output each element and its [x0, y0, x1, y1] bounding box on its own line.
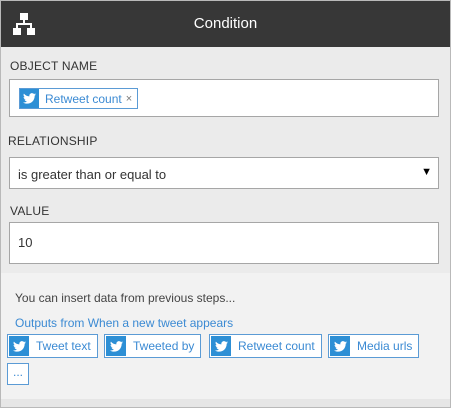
card-title: Condition	[193, 15, 258, 32]
title-bar: Condition	[1, 1, 450, 47]
twitter-bird-icon	[330, 336, 350, 356]
output-token-label: Retweet count	[238, 339, 315, 353]
insert-hint-text: You can insert data from previous steps.…	[15, 291, 236, 305]
object-name-label: OBJECT NAME	[10, 59, 98, 73]
relationship-label: RELATIONSHIP	[8, 134, 98, 148]
condition-card: Condition OBJECT NAME Retweet count × RE…	[0, 0, 451, 408]
outputs-link[interactable]: Outputs from When a new tweet appears	[15, 316, 233, 330]
output-token-media-urls[interactable]: Media urls	[328, 334, 420, 358]
object-name-token-label: Retweet count	[45, 91, 122, 106]
output-token-tweeted-by[interactable]: Tweeted by	[104, 334, 202, 358]
more-outputs-button[interactable]: ...	[7, 363, 29, 385]
twitter-bird-icon	[20, 89, 39, 108]
value-input-text: 10	[18, 235, 33, 250]
twitter-bird-icon	[211, 336, 231, 356]
output-token-label: Tweet text	[36, 339, 91, 353]
remove-token-button[interactable]: ×	[126, 93, 137, 105]
bottom-divider	[1, 399, 450, 407]
object-name-input[interactable]: Retweet count ×	[9, 79, 439, 117]
twitter-bird-icon	[9, 336, 29, 356]
output-token-label: Tweeted by	[133, 339, 195, 353]
condition-form: OBJECT NAME Retweet count × RELATIONSHIP…	[1, 47, 450, 273]
value-label: VALUE	[10, 204, 50, 218]
relationship-selected-value: is greater than or equal to	[18, 167, 167, 182]
output-token-retweet-count[interactable]: Retweet count	[209, 334, 322, 358]
twitter-bird-icon	[106, 336, 126, 356]
relationship-select[interactable]: is greater than or equal to ▼	[9, 157, 439, 189]
dropdown-arrow-icon: ▼	[421, 166, 432, 178]
output-token-label: Media urls	[357, 339, 413, 353]
output-token-tweet-text[interactable]: Tweet text	[7, 334, 98, 358]
value-input[interactable]: 10	[9, 222, 439, 264]
object-name-token[interactable]: Retweet count ×	[19, 88, 139, 109]
